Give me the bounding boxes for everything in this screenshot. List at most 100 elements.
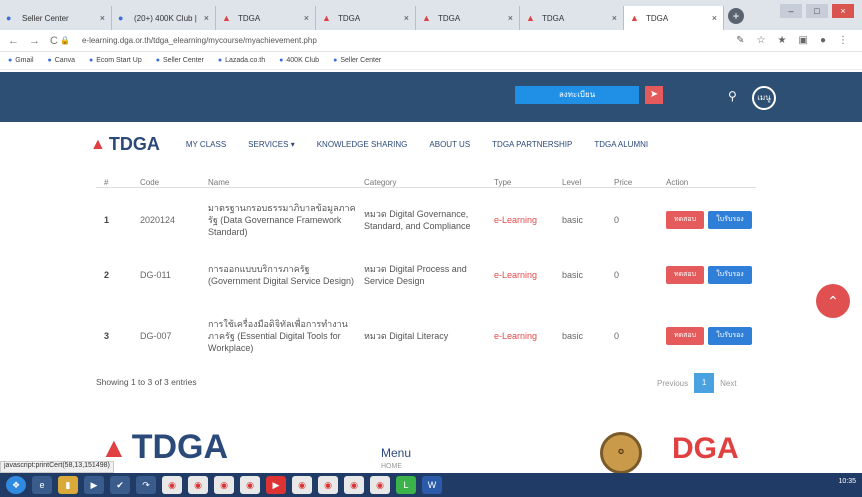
register-button[interactable]: ลงทะเบียน: [515, 86, 639, 104]
bookmark-item[interactable]: Gmail: [8, 57, 33, 64]
test-button[interactable]: ทดสอบ: [666, 327, 704, 345]
start-icon[interactable]: ❖: [6, 476, 26, 494]
chrome-icon[interactable]: ◉: [162, 476, 182, 494]
login-icon[interactable]: ➤: [645, 86, 663, 104]
test-button[interactable]: ทดสอบ: [666, 266, 704, 284]
more-icon[interactable]: ⋮: [838, 35, 848, 46]
row-actions: ทดสอบ ใบรับรอง: [666, 266, 752, 284]
sidebar-icon[interactable]: ▣: [799, 35, 808, 46]
course-name: การออกแบบบริการภาครัฐ (Government Digita…: [208, 264, 355, 286]
col-header-category[interactable]: Category: [364, 178, 494, 187]
chrome-icon[interactable]: ◉: [370, 476, 390, 494]
close-icon[interactable]: ×: [508, 13, 513, 23]
pager-previous[interactable]: Previous: [657, 379, 688, 388]
tab-tdga[interactable]: ▲ TDGA ×: [216, 6, 316, 30]
translate-icon[interactable]: ✎: [736, 35, 744, 46]
bookmark-item[interactable]: Lazada.co.th: [218, 57, 265, 64]
chrome-icon[interactable]: ◉: [344, 476, 364, 494]
tab-facebook[interactable]: ● (20+) 400K Club | ×: [112, 6, 216, 30]
tab-label: Seller Center: [22, 13, 69, 23]
bookmark-item[interactable]: Seller Center: [333, 57, 381, 64]
close-icon[interactable]: ×: [304, 13, 309, 23]
url-field[interactable]: e-learning.dga.or.th/tdga_elearning/myco…: [82, 36, 736, 45]
chrome-icon[interactable]: ◉: [188, 476, 208, 494]
bookmarks-bar: Gmail Canva Ecom Start Up Seller Center …: [0, 52, 862, 70]
close-icon[interactable]: ×: [100, 13, 105, 23]
search-icon[interactable]: ⚲: [728, 89, 737, 103]
app-icon[interactable]: ✔: [110, 476, 130, 494]
tab-label: TDGA: [338, 13, 361, 23]
tab-tdga-active[interactable]: ▲ TDGA ×: [624, 6, 724, 30]
bookmark-item[interactable]: Ecom Start Up: [89, 57, 142, 64]
close-icon[interactable]: ×: [404, 13, 409, 23]
bookmark-item[interactable]: Canva: [48, 57, 75, 64]
course-category: หมวด Digital Governance, Standard, and C…: [364, 209, 471, 231]
nav-item-about-us[interactable]: ABOUT US: [429, 140, 470, 149]
star-icon[interactable]: ☆: [757, 35, 766, 46]
col-header-action: Action: [666, 178, 689, 187]
youtube-icon[interactable]: ▶: [266, 476, 286, 494]
certificate-button[interactable]: ใบรับรอง: [708, 327, 752, 345]
chrome-icon[interactable]: ◉: [240, 476, 260, 494]
row-number: 2: [104, 270, 110, 280]
folder-icon[interactable]: ▮: [58, 476, 78, 494]
close-window-icon[interactable]: ×: [832, 4, 854, 18]
col-header-type[interactable]: Type: [494, 178, 562, 187]
scroll-top-button[interactable]: ⌃: [816, 284, 850, 318]
course-category: หมวด Digital Literacy: [364, 331, 449, 341]
profile-icon[interactable]: ●: [820, 35, 826, 46]
browser-tools: ✎ ☆ ★ ▣ ● ⋮: [736, 35, 848, 46]
tab-tdga[interactable]: ▲ TDGA ×: [316, 6, 416, 30]
nav-item-my-class[interactable]: MY CLASS: [186, 140, 226, 149]
col-header-code[interactable]: Code: [140, 178, 208, 187]
nav-item-services[interactable]: SERVICES ▾: [248, 140, 295, 149]
close-icon[interactable]: ×: [612, 13, 617, 23]
nav-item-tdga-partnership[interactable]: TDGA PARTNERSHIP: [492, 140, 572, 149]
col-header-name[interactable]: Name: [208, 178, 364, 187]
tdga-logo[interactable]: ▲ TDGA: [90, 134, 160, 155]
pager-page-current[interactable]: 1: [694, 373, 715, 393]
close-icon[interactable]: ×: [712, 13, 717, 23]
forward-icon[interactable]: →: [29, 35, 40, 47]
browser-tab-strip: ● Seller Center × ● (20+) 400K Club | × …: [0, 0, 862, 30]
pager-next[interactable]: Next: [720, 379, 736, 388]
chrome-icon[interactable]: ◉: [214, 476, 234, 494]
tab-seller-center[interactable]: ● Seller Center ×: [0, 6, 112, 30]
word-icon[interactable]: W: [422, 476, 442, 494]
col-header-no: #: [104, 178, 109, 187]
close-icon[interactable]: ×: [204, 13, 209, 23]
certificate-button[interactable]: ใบรับรอง: [708, 266, 752, 284]
ie-icon[interactable]: e: [32, 476, 52, 494]
chrome-icon[interactable]: ◉: [318, 476, 338, 494]
course-name: การใช้เครื่องมือดิจิทัลเพื่อการทำงานภาคร…: [208, 319, 348, 353]
tdga-icon: ▲: [422, 13, 431, 23]
new-tab-icon[interactable]: +: [728, 8, 744, 24]
minimize-icon[interactable]: –: [780, 4, 802, 18]
tab-tdga[interactable]: ▲ TDGA ×: [520, 6, 624, 30]
bookmark-item[interactable]: Seller Center: [156, 57, 204, 64]
tab-label: TDGA: [238, 13, 261, 23]
row-actions: ทดสอบ ใบรับรอง: [666, 211, 752, 229]
table-summary: Showing 1 to 3 of 3 entries: [96, 377, 197, 387]
nav-item-tdga-alumni[interactable]: TDGA ALUMNI: [594, 140, 648, 149]
address-bar: ← → C 🔒 e-learning.dga.or.th/tdga_elearn…: [0, 30, 862, 52]
menu-button[interactable]: เมนู: [752, 86, 776, 110]
tab-tdga[interactable]: ▲ TDGA ×: [416, 6, 520, 30]
reload-icon[interactable]: C: [50, 35, 58, 47]
col-header-price[interactable]: Price: [614, 178, 666, 187]
back-icon[interactable]: ←: [8, 35, 19, 47]
footer-menu-home[interactable]: HOME: [381, 463, 402, 470]
media-icon[interactable]: ▶: [84, 476, 104, 494]
test-button[interactable]: ทดสอบ: [666, 211, 704, 229]
certificate-button[interactable]: ใบรับรอง: [708, 211, 752, 229]
line-icon[interactable]: L: [396, 476, 416, 494]
tab-label: TDGA: [646, 13, 669, 23]
nav-item-knowledge-sharing[interactable]: KNOWLEDGE SHARING: [317, 140, 408, 149]
extensions-icon[interactable]: ★: [778, 35, 787, 46]
app-icon[interactable]: ↷: [136, 476, 156, 494]
bookmark-item[interactable]: 400K Club: [279, 57, 319, 64]
maximize-icon[interactable]: □: [806, 4, 828, 18]
chrome-icon[interactable]: ◉: [292, 476, 312, 494]
taskbar-clock: 10:35: [838, 478, 856, 485]
col-header-level[interactable]: Level: [562, 178, 614, 187]
